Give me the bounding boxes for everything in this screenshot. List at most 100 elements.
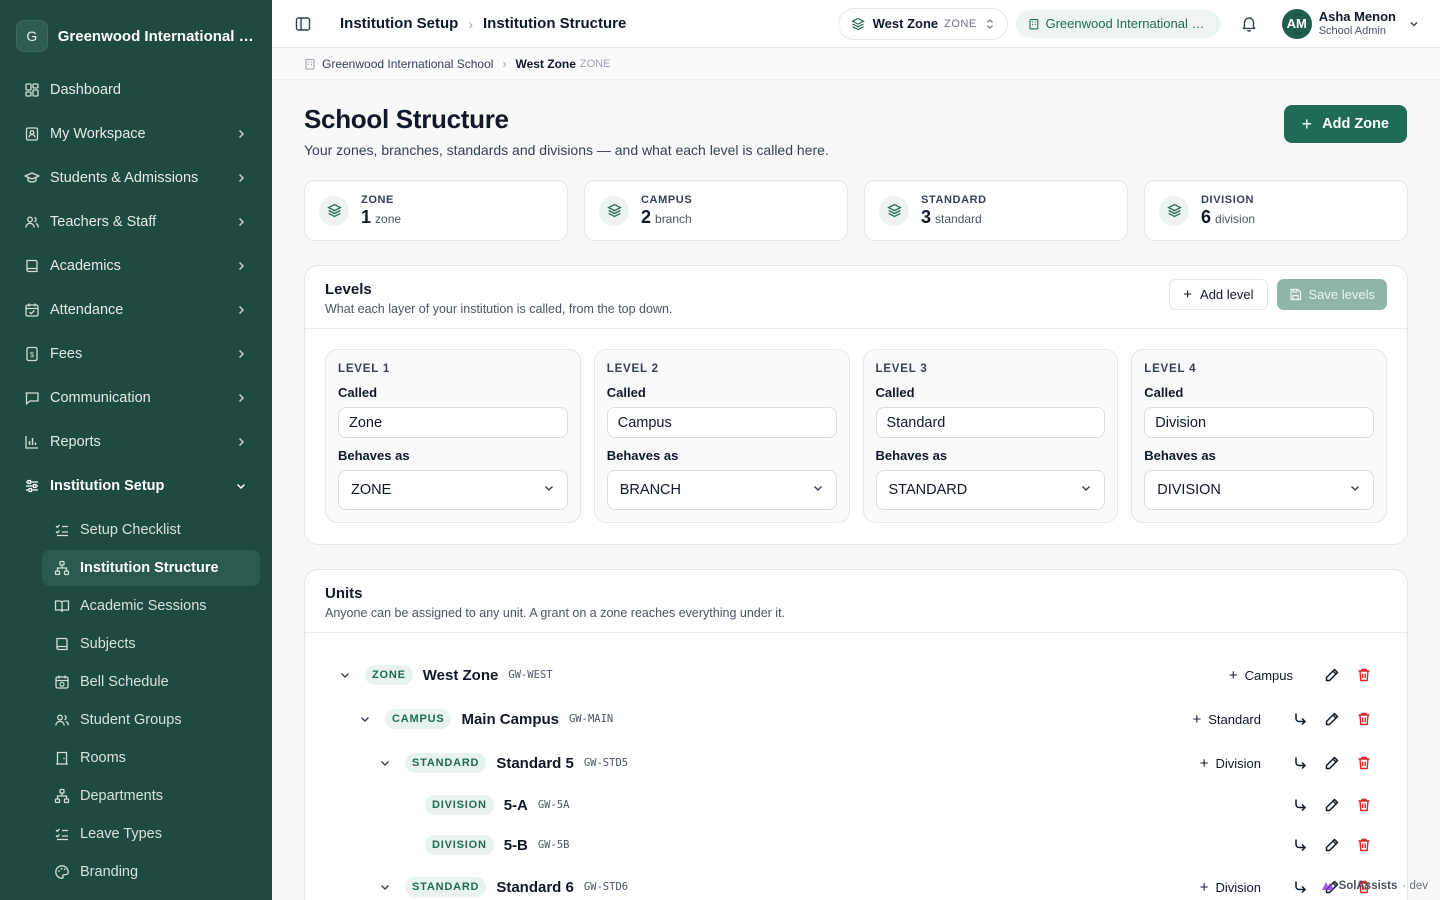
add-level-button[interactable]: + Add level (1169, 279, 1268, 310)
sidebar-item-students-admissions[interactable]: Students & Admissions (12, 160, 260, 196)
plus-icon: + (1199, 754, 1209, 772)
sidebar-item-label: Institution Setup (50, 478, 165, 494)
behaves-as-select[interactable]: BRANCH (606, 470, 837, 510)
sidebar-item-label: Dashboard (50, 82, 121, 98)
add-child-button[interactable]: + Division (1200, 755, 1261, 772)
sidebar-subitem-rooms[interactable]: Rooms (42, 740, 260, 776)
level-name-input[interactable] (338, 407, 568, 438)
unit-row[interactable]: CAMPUS Main Campus GW-MAIN + Standard (305, 697, 1407, 741)
called-label: Called (606, 385, 646, 400)
sidebar-subitem-leave-types[interactable]: Leave Types (42, 816, 260, 852)
sidebar-subnav: Setup Checklist Institution Structure Ac… (12, 512, 260, 890)
save-levels-button[interactable]: Save levels (1276, 279, 1387, 310)
bell-icon[interactable] (1238, 13, 1260, 35)
edit-icon[interactable] (1321, 834, 1343, 856)
chevron-down-icon[interactable] (337, 667, 353, 683)
sidebar-subitem-departments[interactable]: Departments (42, 778, 260, 814)
breadcrumb: Greenwood International School › West Zo… (272, 48, 1440, 80)
add-child-button[interactable]: + Standard (1192, 711, 1261, 728)
move-icon[interactable] (1289, 834, 1311, 856)
footer-brand: SolAssists · dev (1321, 880, 1428, 892)
hierarchy-icon (54, 560, 70, 576)
user-menu[interactable]: AM Asha Menon School Admin (1281, 8, 1420, 39)
sidebar-item-attendance[interactable]: Attendance (12, 292, 260, 328)
sidebar-subitem-academic-sessions[interactable]: Academic Sessions (42, 588, 260, 624)
trash-icon[interactable] (1353, 752, 1375, 774)
chevron-down-icon[interactable] (377, 755, 393, 771)
unit-row[interactable]: DIVISION 5-B GW-5B (305, 825, 1407, 865)
toggle-sidebar-icon[interactable] (292, 13, 314, 35)
behaves-as-select[interactable]: STANDARD (875, 470, 1106, 510)
edit-icon[interactable] (1321, 708, 1343, 730)
stat-value: 6 (1201, 206, 1212, 227)
chevron-down-icon (1410, 21, 1418, 26)
chevron-down-icon[interactable] (357, 711, 373, 727)
org-switcher[interactable]: G Greenwood International Sc... (0, 0, 272, 72)
edit-icon[interactable] (1321, 664, 1343, 686)
sidebar-item-academics[interactable]: Academics (12, 248, 260, 284)
unit-row[interactable]: ZONE West Zone GW-WEST + Campus (305, 653, 1407, 697)
palette-icon (54, 864, 70, 880)
zone-switcher-tag: ZONE (944, 17, 977, 30)
chevron-down-icon (812, 482, 824, 498)
level-name-input[interactable] (1144, 407, 1374, 438)
trash-icon[interactable] (1353, 708, 1375, 730)
trash-icon[interactable] (1353, 664, 1375, 686)
behaves-as-select[interactable]: ZONE (338, 470, 568, 510)
layers-icon (599, 195, 629, 226)
breadcrumb-school[interactable]: Greenwood International School (322, 57, 493, 71)
sidebar-subitem-label: Academic Sessions (80, 598, 207, 614)
unit-row[interactable]: STANDARD Standard 5 GW-STD5 + Division (305, 741, 1407, 785)
move-icon[interactable] (1289, 876, 1311, 898)
level-name-input[interactable] (606, 407, 837, 438)
level-card-3: LEVEL 3 Called Behaves as STANDARD (862, 349, 1119, 523)
sidebar-subitem-student-groups[interactable]: Student Groups (42, 702, 260, 738)
zone-switcher[interactable]: West Zone ZONE (837, 7, 1008, 40)
sidebar-item-dashboard[interactable]: Dashboard (12, 72, 260, 108)
stat-label: STANDARD (921, 193, 987, 206)
chevron-right-icon (234, 215, 248, 229)
top-crumb-institution-setup[interactable]: Institution Setup (340, 15, 458, 32)
trash-icon[interactable] (1353, 794, 1375, 816)
sidebar-item-my-workspace[interactable]: My Workspace (12, 116, 260, 152)
move-icon[interactable] (1289, 708, 1311, 730)
move-icon[interactable] (1289, 794, 1311, 816)
behaves-as-value: STANDARD (888, 482, 968, 498)
sidebar-subitem-subjects[interactable]: Subjects (42, 626, 260, 662)
page-subtitle: Your zones, branches, standards and divi… (304, 142, 829, 158)
add-child-button[interactable]: + Division (1200, 879, 1261, 896)
sidebar-subitem-setup-checklist[interactable]: Setup Checklist (42, 512, 260, 548)
stat-unit: zone (375, 211, 402, 226)
unit-type-badge: CAMPUS (385, 709, 452, 729)
sidebar-subitem-institution-structure[interactable]: Institution Structure (42, 550, 260, 586)
chevron-down-icon[interactable] (377, 879, 393, 895)
book-open-icon (54, 598, 70, 614)
school-badge[interactable]: Greenwood International S... (1015, 9, 1220, 38)
sidebar-item-communication[interactable]: Communication (12, 380, 260, 416)
level-title: LEVEL 3 (875, 363, 928, 375)
avatar: AM (1281, 8, 1312, 39)
unit-code: GW-WEST (508, 669, 553, 681)
dashboard-icon (24, 82, 40, 98)
sidebar-item-institution-setup[interactable]: Institution Setup (12, 468, 260, 504)
unit-row[interactable]: DIVISION 5-A GW-5A (305, 785, 1407, 825)
receipt-icon: $ (24, 346, 40, 362)
sidebar-subitem-label: Institution Structure (80, 560, 219, 576)
edit-icon[interactable] (1321, 752, 1343, 774)
sidebar-subitem-bell-schedule[interactable]: Bell Schedule (42, 664, 260, 700)
sidebar-item-label: Students & Admissions (50, 170, 199, 186)
level-name-input[interactable] (875, 407, 1106, 438)
sidebar-item-reports[interactable]: Reports (12, 424, 260, 460)
sidebar-item-label: Fees (50, 346, 83, 362)
sidebar-item-teachers-staff[interactable]: Teachers & Staff (12, 204, 260, 240)
sidebar-subitem-branding[interactable]: Branding (42, 854, 260, 890)
unit-row[interactable]: STANDARD Standard 6 GW-STD6 + Division (305, 865, 1407, 900)
trash-icon[interactable] (1353, 834, 1375, 856)
move-icon[interactable] (1289, 752, 1311, 774)
sidebar-subitem-label: Rooms (80, 750, 126, 766)
add-child-button[interactable]: + Campus (1229, 667, 1293, 684)
sidebar-item-fees[interactable]: $ Fees (12, 336, 260, 372)
add-zone-button[interactable]: + Add Zone (1283, 105, 1407, 143)
behaves-as-select[interactable]: DIVISION (1144, 470, 1374, 510)
edit-icon[interactable] (1321, 794, 1343, 816)
